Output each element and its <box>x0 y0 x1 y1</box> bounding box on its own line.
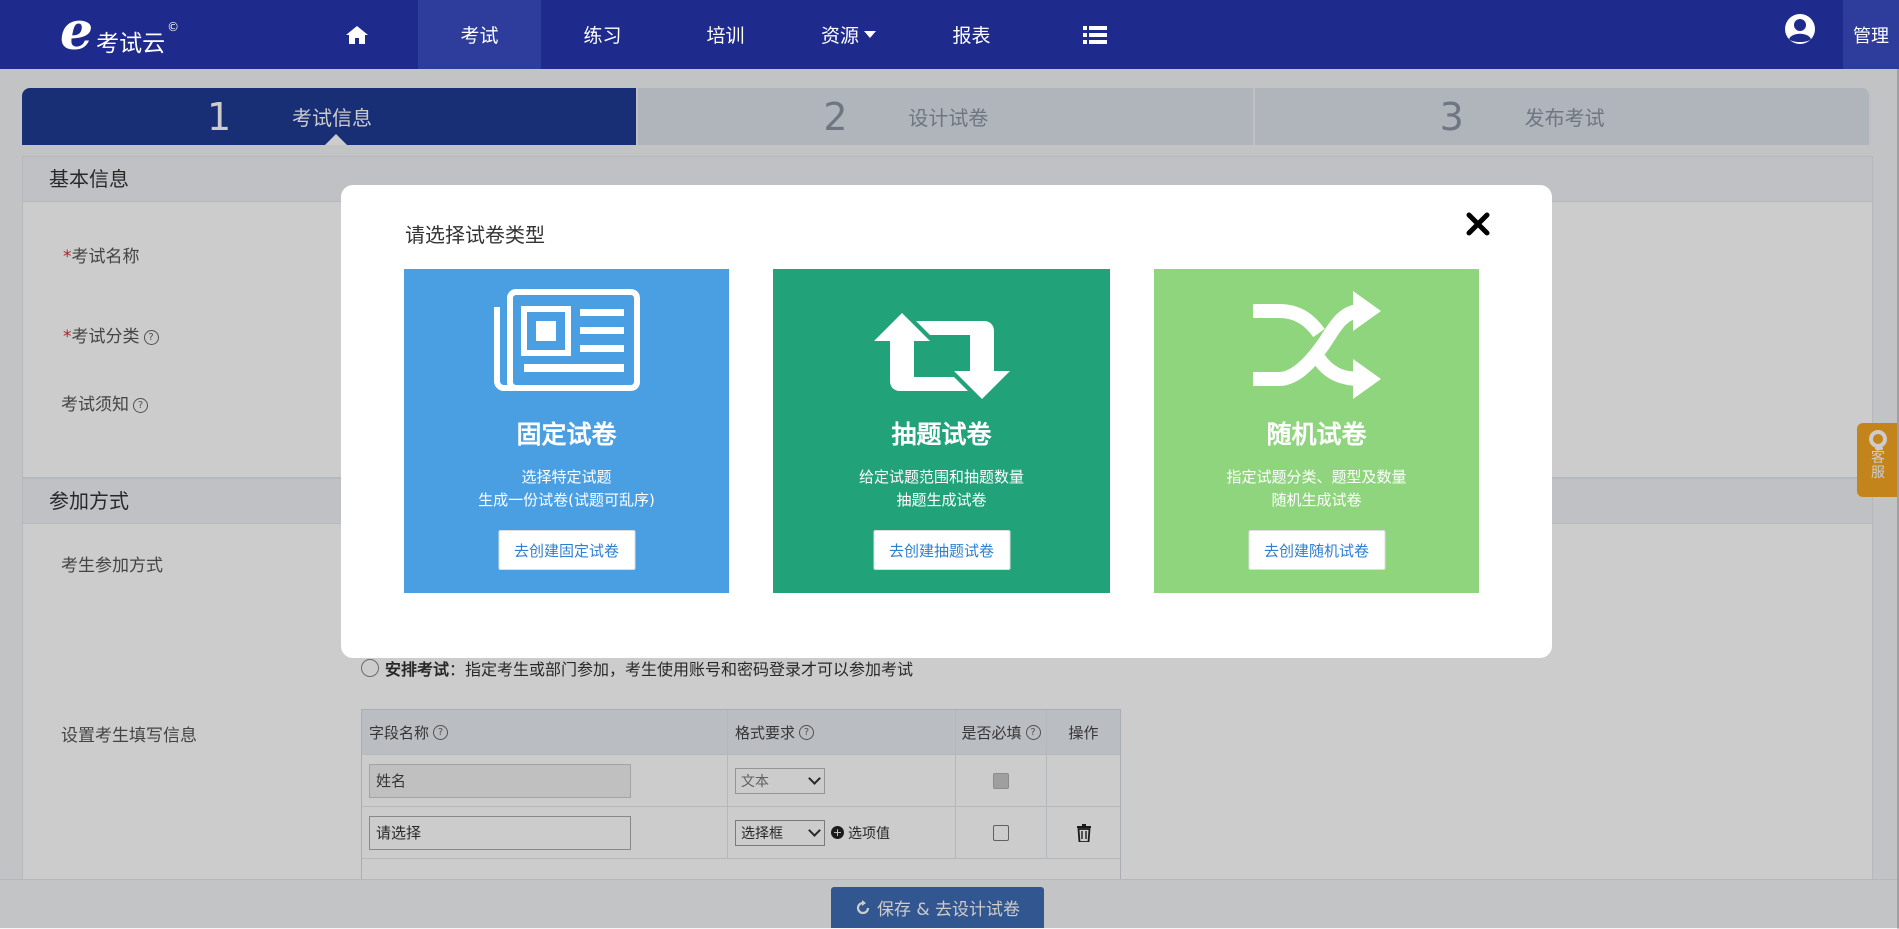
nav-practice[interactable]: 练习 <box>541 0 664 69</box>
top-navbar: e 考试云 © 考试 练习 培训 资源 报表 管理 <box>0 0 1899 69</box>
main-nav: 考试 练习 培训 资源 报表 <box>295 0 1156 69</box>
random-paper-card: 随机试卷 指定试题分类、题型及数量 随机生成试卷 去创建随机试卷 <box>1154 269 1479 593</box>
card-title: 固定试卷 <box>516 420 617 449</box>
home-icon <box>345 25 368 44</box>
paper-type-modal: 请选择试卷类型 固定试卷 选择特定试题 生成一份试卷(试题可乱序) 去创建固定试… <box>341 185 1552 658</box>
newspaper-icon <box>493 289 640 391</box>
logo-copyright: © <box>167 20 180 34</box>
shuffle-icon <box>1252 291 1381 399</box>
logo-text: 考试云 <box>96 31 166 57</box>
card-description: 给定试题范围和抽题数量 抽题生成试卷 <box>858 468 1024 509</box>
caret-down-icon <box>864 31 876 38</box>
logo-letter: e <box>60 1 94 62</box>
nav-resources[interactable]: 资源 <box>787 0 910 69</box>
card-title: 抽题试卷 <box>891 420 992 449</box>
card-description: 选择特定试题 生成一份试卷(试题可乱序) <box>478 468 655 509</box>
create-draw-paper-button[interactable]: 去创建抽题试卷 <box>872 530 1011 570</box>
logo[interactable]: e 考试云 © <box>60 6 180 60</box>
card-title: 随机试卷 <box>1266 420 1367 449</box>
create-random-paper-button[interactable]: 去创建随机试卷 <box>1247 530 1386 570</box>
nav-training[interactable]: 培训 <box>664 0 787 69</box>
draw-paper-card: 抽题试卷 给定试题范围和抽题数量 抽题生成试卷 去创建抽题试卷 <box>773 269 1110 593</box>
nav-more[interactable] <box>1033 0 1156 69</box>
nav-reports[interactable]: 报表 <box>910 0 1033 69</box>
close-icon[interactable] <box>1463 209 1493 239</box>
nav-exam[interactable]: 考试 <box>418 0 541 69</box>
user-avatar-icon[interactable] <box>1784 13 1816 45</box>
retweet-icon <box>873 313 1010 399</box>
card-description: 指定试题分类、题型及数量 随机生成试卷 <box>1226 468 1407 509</box>
create-fixed-paper-button[interactable]: 去创建固定试卷 <box>497 530 636 570</box>
list-icon <box>1082 25 1107 44</box>
fixed-paper-card: 固定试卷 选择特定试题 生成一份试卷(试题可乱序) 去创建固定试卷 <box>404 269 729 593</box>
manage-button[interactable]: 管理 <box>1843 0 1899 69</box>
nav-home[interactable] <box>295 0 418 69</box>
nav-resources-label: 资源 <box>820 25 859 47</box>
modal-title: 请选择试卷类型 <box>405 223 545 247</box>
